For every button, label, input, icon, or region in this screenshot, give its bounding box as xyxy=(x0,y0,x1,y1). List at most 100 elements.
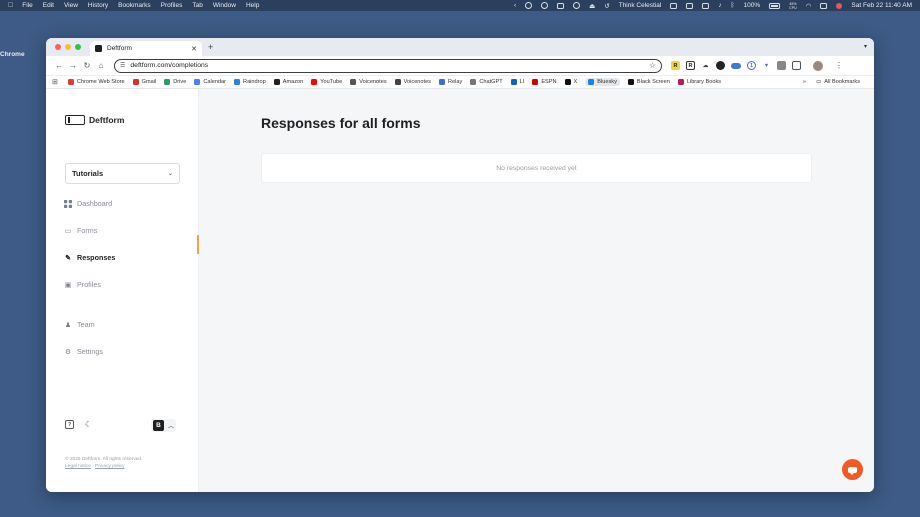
extension-r-yellow-icon[interactable]: R xyxy=(671,61,680,70)
browser-menu-icon[interactable]: ⋮ xyxy=(835,61,843,70)
brand-logo[interactable]: Deftform xyxy=(65,115,124,125)
workspace-switcher[interactable]: B ︿ xyxy=(151,419,177,432)
eject-icon[interactable]: ⏏ xyxy=(589,2,595,10)
bookmarks-right: » ▭ All Bookmarks xyxy=(803,79,868,85)
apple-icon[interactable]:  xyxy=(8,2,13,9)
bookmark-label: Chrome Web Store xyxy=(76,79,125,85)
extension-gray-icon[interactable] xyxy=(777,61,786,70)
extensions-puzzle-icon[interactable] xyxy=(792,61,801,70)
sidebar-item-profiles[interactable]: ▣ Profiles xyxy=(64,280,101,289)
bookmarks-overflow-icon[interactable]: » xyxy=(803,79,806,85)
menu-history[interactable]: History xyxy=(88,2,108,9)
bookmark-label: Amazon xyxy=(282,79,304,85)
history-icon[interactable]: ↺ xyxy=(604,2,609,10)
bookmark-linkedin[interactable]: LI xyxy=(510,79,524,85)
new-tab-button[interactable]: + xyxy=(208,42,213,52)
extension-cloud-icon[interactable]: ☁ xyxy=(701,61,710,70)
all-bookmarks-label: All Bookmarks xyxy=(824,79,860,85)
menu-edit[interactable]: Edit xyxy=(43,2,54,9)
forward-arrow-icon[interactable]: → xyxy=(66,61,80,70)
bookmark-chatgpt[interactable]: ChatGPT xyxy=(470,79,503,85)
bookmark-gmail[interactable]: Gmail xyxy=(132,79,156,85)
bookmark-raindrop[interactable]: Raindrop xyxy=(234,79,266,85)
sidebar-item-settings[interactable]: ⚙ Settings xyxy=(64,347,103,356)
bluetooth-icon[interactable]: ᛒ xyxy=(731,2,735,9)
bookmark-drive[interactable]: Drive xyxy=(164,79,186,85)
record-icon[interactable] xyxy=(836,2,843,9)
tab-close-icon[interactable]: ✕ xyxy=(191,45,197,53)
menu-datetime[interactable]: Sat Feb 22 11:40 AM xyxy=(851,2,912,9)
url-text[interactable]: deftform.com/completions xyxy=(130,62,648,69)
zoom-window-button[interactable] xyxy=(75,44,81,50)
pen-icon: ✎ xyxy=(65,254,71,262)
sidebar-item-team[interactable]: ♟ Team xyxy=(64,320,95,329)
black-screen-icon xyxy=(627,79,634,85)
home-icon[interactable]: ⌂ xyxy=(94,61,108,70)
menu-profiles[interactable]: Profiles xyxy=(161,2,183,9)
volume-icon[interactable]: ♪ xyxy=(718,2,721,9)
expand-icon[interactable] xyxy=(670,2,678,9)
wifi-icon[interactable]: ◠ xyxy=(806,2,812,10)
cpu-meter[interactable]: 45% CPU xyxy=(789,2,797,10)
bookmark-youtube[interactable]: YouTube xyxy=(311,79,342,85)
bookmark-relay[interactable]: Relay xyxy=(439,79,462,85)
profile-avatar[interactable] xyxy=(813,60,823,71)
site-info-icon[interactable]: ☰ xyxy=(120,62,125,69)
bookmark-bluesky[interactable]: Bluesky xyxy=(585,78,620,86)
menu-window[interactable]: Window xyxy=(213,2,236,9)
bookmark-label: ESPN xyxy=(541,79,557,85)
menu-help[interactable]: Help xyxy=(246,2,259,9)
moon-icon[interactable]: ☾ xyxy=(84,420,93,429)
apps-grid-icon[interactable]: ⊞ xyxy=(52,78,58,86)
bookmark-label: Library Books xyxy=(686,79,722,85)
menu-file[interactable]: File xyxy=(22,2,32,9)
now-playing-text[interactable]: Think Celestial xyxy=(619,2,662,9)
menu-bookmarks[interactable]: Bookmarks xyxy=(118,2,151,9)
sidebar-item-forms[interactable]: ▭ Forms xyxy=(64,226,98,235)
control-center-icon[interactable] xyxy=(820,2,828,9)
sidebar-item-responses[interactable]: ✎ Responses xyxy=(64,253,115,262)
status-circle-icon[interactable] xyxy=(525,2,533,9)
chevron-left-icon[interactable]: ‹ xyxy=(514,2,516,9)
bookmark-x[interactable]: X xyxy=(564,79,577,85)
reload-icon[interactable]: ↻ xyxy=(80,61,94,70)
bookmark-chrome-web-store[interactable]: Chrome Web Store xyxy=(67,79,125,85)
gear-status-icon[interactable] xyxy=(573,2,581,9)
help-icon[interactable]: ? xyxy=(65,420,74,429)
bookmark-library-books[interactable]: Library Books xyxy=(677,79,722,85)
menu-tab[interactable]: Tab xyxy=(192,2,202,9)
bookmark-calendar[interactable]: Calendar xyxy=(194,79,226,85)
bluesky-butterfly-icon xyxy=(588,79,595,85)
battery-percent[interactable]: 100% xyxy=(744,2,761,9)
sidebar-item-dashboard[interactable]: Dashboard xyxy=(64,199,112,208)
menu-view[interactable]: View xyxy=(64,2,78,9)
tab-deftform[interactable]: Deftform ✕ xyxy=(90,41,202,56)
tab-search-chevron-icon[interactable]: ▾ xyxy=(864,43,867,50)
address-bar[interactable]: ☰ deftform.com/completions ☆ xyxy=(114,58,662,73)
back-arrow-icon[interactable]: ← xyxy=(52,61,66,70)
display-icon[interactable] xyxy=(686,2,694,9)
bookmark-amazon[interactable]: Amazon xyxy=(273,79,304,85)
bookmark-voicenotes-1[interactable]: Voicenotes xyxy=(350,79,387,85)
bookmark-espn[interactable]: ESPN xyxy=(532,79,557,85)
screen-icon[interactable] xyxy=(557,2,565,9)
chrome-web-store-icon xyxy=(67,79,74,85)
close-window-button[interactable] xyxy=(55,44,61,50)
minimize-window-button[interactable] xyxy=(65,44,71,50)
chat-support-button[interactable] xyxy=(842,459,863,480)
team-selector[interactable]: Tutorials ⌄ xyxy=(65,163,180,184)
bookmark-star-icon[interactable]: ☆ xyxy=(649,61,656,70)
extension-dark-circle-icon[interactable] xyxy=(716,61,725,70)
all-bookmarks-button[interactable]: ▭ All Bookmarks xyxy=(816,79,860,85)
extension-r-outline-icon[interactable]: R xyxy=(686,61,695,70)
battery-icon[interactable] xyxy=(769,2,781,9)
extension-bitwarden-icon[interactable]: ▼ xyxy=(762,61,771,70)
legal-notice-link[interactable]: Legal notice xyxy=(65,464,91,469)
bookmark-voicenotes-2[interactable]: Voicenotes xyxy=(394,79,431,85)
bookmark-black-screen[interactable]: Black Screen xyxy=(627,79,670,85)
privacy-policy-link[interactable]: Privacy policy xyxy=(95,464,124,469)
extension-toggle-icon[interactable] xyxy=(731,62,741,69)
grammarly-icon[interactable] xyxy=(541,2,549,9)
calendar-icon[interactable] xyxy=(702,2,710,9)
extension-1password-icon[interactable]: 1 xyxy=(747,61,756,70)
